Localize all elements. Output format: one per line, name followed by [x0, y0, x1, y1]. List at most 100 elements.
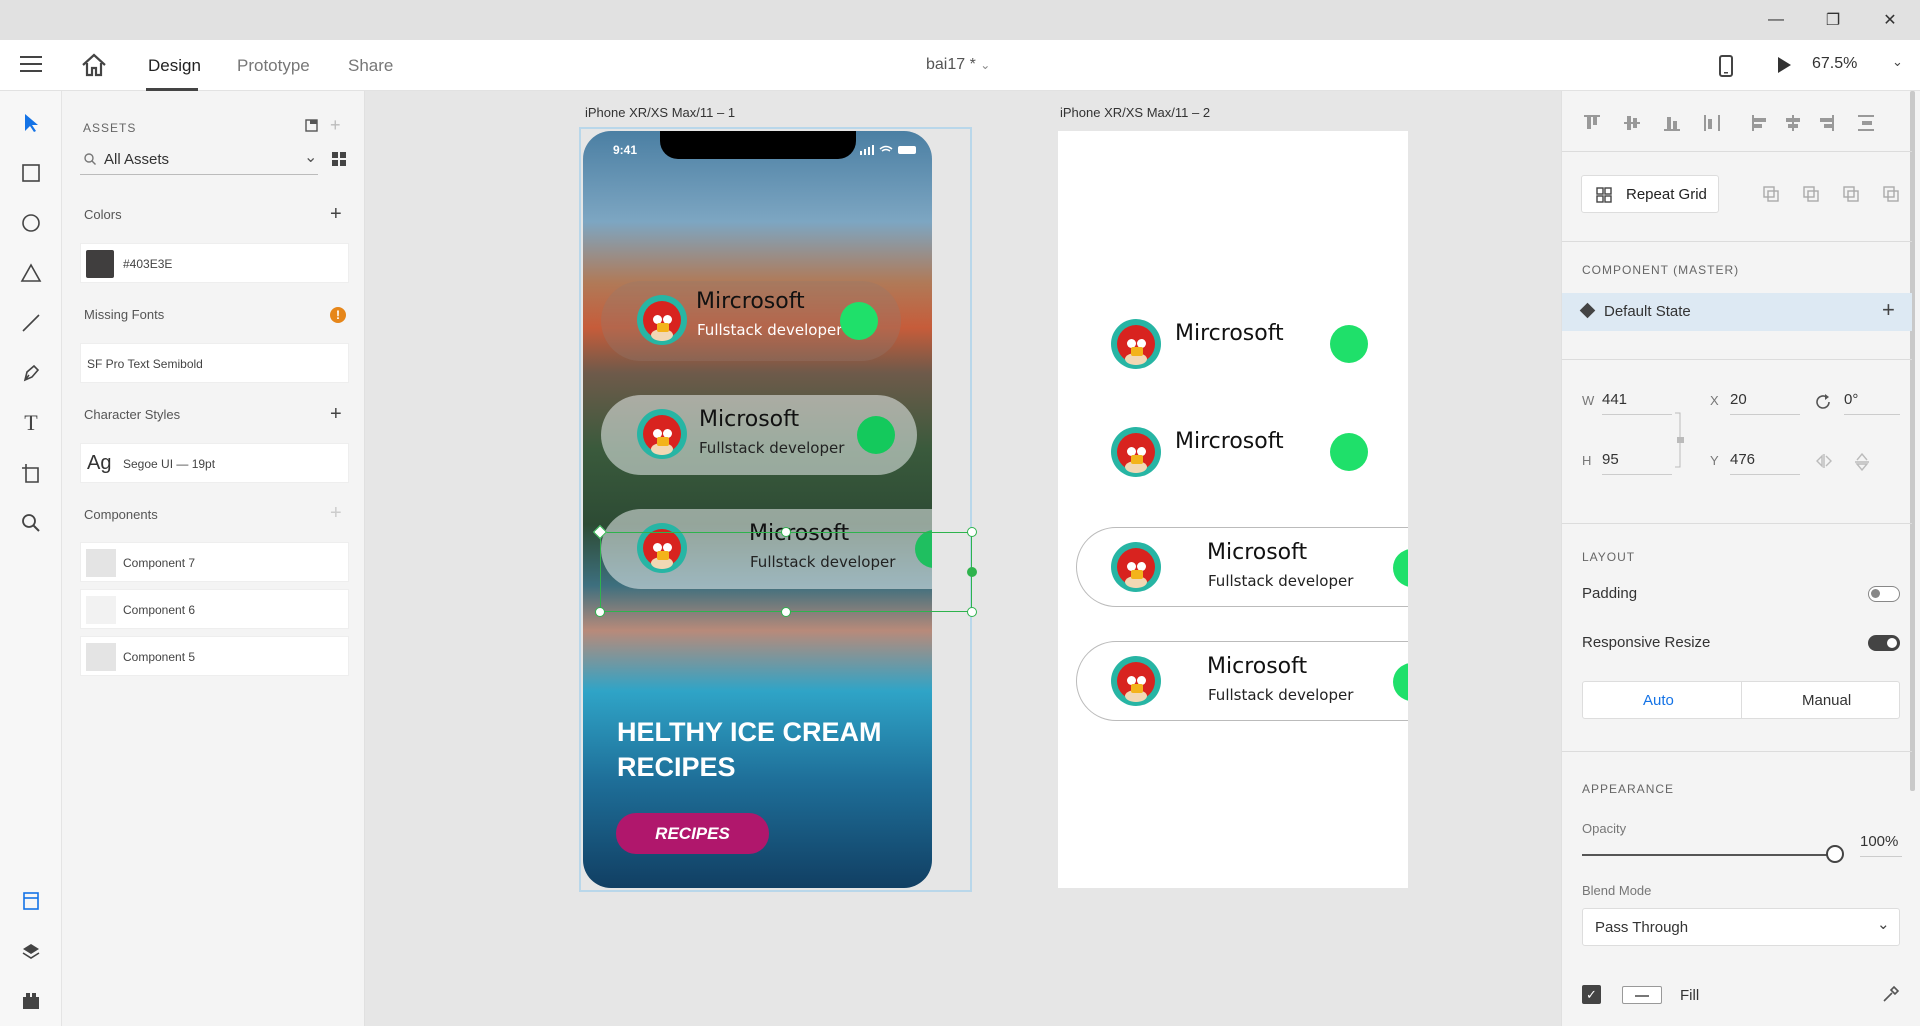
zoom-tool-icon[interactable]	[19, 511, 43, 535]
zoom-level[interactable]: 67.5%	[1812, 55, 1857, 73]
ellipse-tool-icon[interactable]	[19, 211, 43, 235]
line-tool-icon[interactable]	[19, 311, 43, 335]
height-input[interactable]: 95	[1602, 451, 1672, 475]
rotation-input[interactable]: 0°	[1844, 391, 1900, 415]
angry-bird-avatar	[637, 295, 687, 345]
manual-option[interactable]: Manual	[1802, 692, 1851, 709]
tab-share[interactable]: Share	[348, 56, 393, 76]
chevron-down-icon[interactable]: ⌄	[304, 147, 317, 167]
component-item[interactable]: Component 7	[80, 542, 349, 582]
profile-card[interactable]: Microsoft Fullstack developer	[1076, 641, 1408, 721]
add-color-icon[interactable]: +	[330, 204, 342, 224]
menu-icon[interactable]	[20, 56, 42, 74]
selection-handle[interactable]	[595, 607, 605, 617]
artboard-2[interactable]: Mircrosoft Mircrosoft Microsoft Fullstac…	[1058, 131, 1408, 888]
minimize-icon[interactable]: —	[1748, 0, 1804, 40]
component-item[interactable]: Component 6	[80, 589, 349, 629]
default-state-label: Default State	[1604, 303, 1691, 320]
add-document-icon[interactable]	[305, 119, 319, 133]
component-name: Component 7	[123, 556, 196, 570]
close-icon[interactable]: ✕	[1862, 0, 1918, 40]
home-icon[interactable]	[80, 52, 108, 78]
selection-handle[interactable]	[967, 527, 977, 537]
align-toolbar[interactable]	[1582, 113, 1902, 133]
profile-card[interactable]: Microsoft Fullstack developer	[1076, 527, 1408, 607]
chevron-down-icon: ⌄	[980, 58, 991, 72]
artboard-2-label[interactable]: iPhone XR/XS Max/11 – 2	[1060, 105, 1210, 120]
selection-handle[interactable]	[781, 607, 791, 617]
design-canvas[interactable]: iPhone XR/XS Max/11 – 1 iPhone XR/XS Max…	[365, 91, 1561, 1026]
layers-panel-icon[interactable]	[19, 939, 43, 963]
grid-view-icon[interactable]	[332, 152, 346, 166]
x-input[interactable]: 20	[1730, 391, 1800, 415]
opacity-input[interactable]: 100%	[1860, 833, 1902, 857]
component-name: Component 6	[123, 603, 196, 617]
add-state-icon[interactable]: +	[1882, 297, 1895, 323]
tab-design[interactable]: Design	[148, 56, 201, 76]
missing-font-item[interactable]: SF Pro Text Semibold	[80, 343, 349, 383]
asset-search[interactable]: All Assets ⌄	[80, 143, 318, 175]
fill-checkbox[interactable]: ✓	[1582, 985, 1601, 1004]
rectangle-tool-icon[interactable]	[19, 161, 43, 185]
flip-vertical-icon[interactable]	[1854, 453, 1870, 471]
play-icon[interactable]	[1776, 56, 1792, 74]
profile-card[interactable]: Mircrosoft Fullstack developer	[601, 281, 901, 361]
width-input[interactable]: 441	[1602, 391, 1672, 415]
panel-scrollbar[interactable]	[1910, 91, 1915, 791]
selection-handle[interactable]	[781, 527, 791, 537]
fill-color-swatch[interactable]	[1622, 986, 1662, 1004]
card-name: Microsoft	[749, 521, 850, 546]
y-input[interactable]: 476	[1730, 451, 1800, 475]
blend-mode-select[interactable]: Pass Through ⌄	[1582, 908, 1900, 946]
status-dot	[1393, 663, 1408, 701]
lock-aspect-icon[interactable]	[1674, 411, 1686, 471]
blend-mode-label: Blend Mode	[1582, 883, 1652, 898]
card-name: Microsoft	[699, 407, 800, 432]
text-tool-icon[interactable]: T	[19, 410, 43, 435]
device-preview-icon[interactable]	[1718, 54, 1734, 78]
add-asset-icon: +	[330, 115, 341, 135]
resize-handle[interactable]	[967, 567, 977, 577]
component-diamond-icon	[1579, 302, 1596, 319]
assets-panel-icon[interactable]	[19, 889, 43, 913]
eyedropper-icon[interactable]	[1882, 985, 1900, 1003]
maximize-icon[interactable]: ❐	[1805, 0, 1861, 40]
card-role: Fullstack developer	[699, 439, 845, 457]
headline-line-2: RECIPES	[617, 752, 736, 782]
component-item[interactable]: Component 5	[80, 636, 349, 676]
zoom-chevron-icon[interactable]: ⌄	[1892, 54, 1903, 70]
status-icons	[860, 145, 916, 155]
auto-option[interactable]: Auto	[1643, 692, 1674, 709]
document-title[interactable]: bai17 * ⌄	[926, 56, 990, 74]
add-character-style-icon[interactable]: +	[330, 404, 342, 424]
fill-label: Fill	[1680, 987, 1700, 1004]
character-style-item[interactable]: Ag Segoe UI — 19pt	[80, 443, 349, 483]
artboard-tool-icon[interactable]	[19, 461, 43, 485]
opacity-slider-thumb[interactable]	[1826, 845, 1844, 863]
default-state-row[interactable]: Default State +	[1562, 293, 1912, 331]
colors-label: Colors	[84, 207, 122, 222]
pen-tool-icon[interactable]	[19, 361, 43, 385]
tab-prototype[interactable]: Prototype	[237, 56, 310, 76]
repeat-grid-icon	[1596, 187, 1612, 203]
profile-card[interactable]: Microsoft Fullstack developer	[601, 395, 917, 475]
select-tool-icon[interactable]	[19, 111, 43, 135]
recipes-button[interactable]: RECIPES	[616, 813, 769, 854]
artboard-1-label[interactable]: iPhone XR/XS Max/11 – 1	[585, 105, 735, 120]
polygon-tool-icon[interactable]	[19, 261, 43, 285]
artboard-1[interactable]: 9:41 Mircrosoft Fullstack developer Micr…	[583, 131, 932, 888]
boolean-ops-icons[interactable]	[1762, 185, 1902, 203]
repeat-grid-button[interactable]: Repeat Grid	[1581, 175, 1719, 213]
resize-mode-segment[interactable]: Auto Manual	[1582, 681, 1900, 719]
opacity-slider-track[interactable]	[1582, 854, 1832, 856]
card-role: Fullstack developer	[697, 321, 843, 339]
selection-handle[interactable]	[967, 607, 977, 617]
plugins-panel-icon[interactable]	[19, 989, 43, 1013]
responsive-resize-toggle[interactable]	[1868, 635, 1900, 651]
responsive-resize-label: Responsive Resize	[1582, 634, 1711, 651]
color-swatch-item[interactable]: #403E3E	[80, 243, 349, 283]
padding-toggle[interactable]	[1868, 586, 1900, 602]
flip-horizontal-icon[interactable]	[1816, 453, 1834, 469]
warning-icon[interactable]: !	[330, 307, 346, 323]
profile-card-selected[interactable]: Microsoft Fullstack developer	[601, 509, 932, 589]
